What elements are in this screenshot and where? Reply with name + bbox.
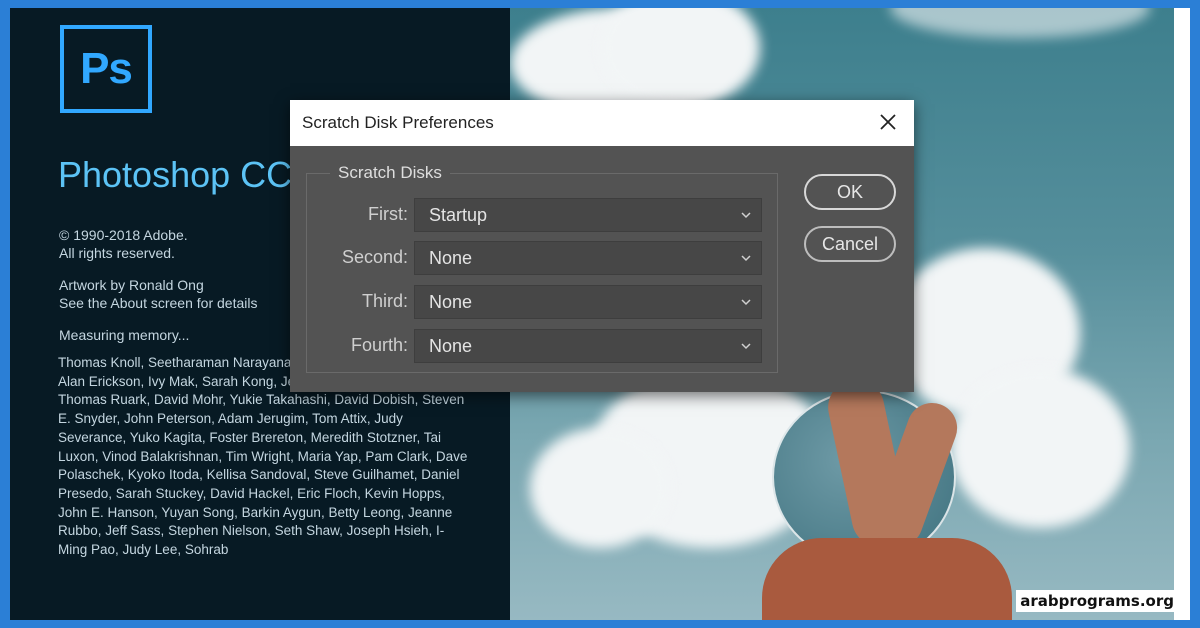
copyright-text: © 1990-2018 Adobe.: [59, 227, 188, 243]
product-name: Photoshop CC: [58, 154, 293, 195]
third-disk-value: None: [429, 292, 473, 312]
scratch-disk-dialog: Scratch Disk Preferences Scratch Disks F…: [290, 100, 914, 392]
fourth-label: Fourth:: [350, 335, 408, 355]
fourth-disk-value: None: [429, 336, 473, 356]
rights-text: All rights reserved.: [59, 245, 175, 261]
article-edge: [1174, 8, 1190, 620]
photoshop-logo: Ps: [60, 25, 152, 113]
about-text: See the About screen for details: [59, 295, 258, 311]
second-disk-select[interactable]: None: [414, 241, 762, 275]
site-watermark: arabprograms.org: [1016, 590, 1178, 612]
second-label: Second:: [341, 247, 408, 267]
cloud: [950, 368, 1130, 528]
chevron-down-icon: [741, 299, 751, 306]
ok-button[interactable]: OK: [804, 174, 896, 210]
group-label: Scratch Disks: [330, 163, 450, 183]
cloud: [530, 428, 670, 548]
dialog-title: Scratch Disk Preferences: [302, 113, 494, 132]
second-disk-value: None: [429, 248, 473, 268]
first-disk-select[interactable]: Startup: [414, 198, 762, 232]
artwork-credit: Artwork by Ronald Ong: [59, 277, 204, 293]
chevron-down-icon: [741, 212, 751, 219]
cancel-button[interactable]: Cancel: [804, 226, 896, 262]
fourth-disk-select[interactable]: None: [414, 329, 762, 363]
third-label: Third:: [361, 291, 408, 311]
cloud: [890, 8, 1150, 38]
first-label: First:: [368, 204, 408, 224]
dialog-titlebar: Scratch Disk Preferences: [290, 100, 914, 146]
chevron-down-icon: [741, 343, 751, 350]
close-button[interactable]: [872, 106, 904, 138]
shirt: [762, 538, 1012, 620]
first-disk-value: Startup: [429, 205, 488, 225]
loading-status: Measuring memory...: [59, 327, 190, 343]
screenshot-frame: Ps Photoshop CC © 1990-2018 Adobe. All r…: [10, 8, 1190, 620]
third-disk-select[interactable]: None: [414, 285, 762, 319]
close-icon: [880, 114, 896, 130]
chevron-down-icon: [741, 255, 751, 262]
